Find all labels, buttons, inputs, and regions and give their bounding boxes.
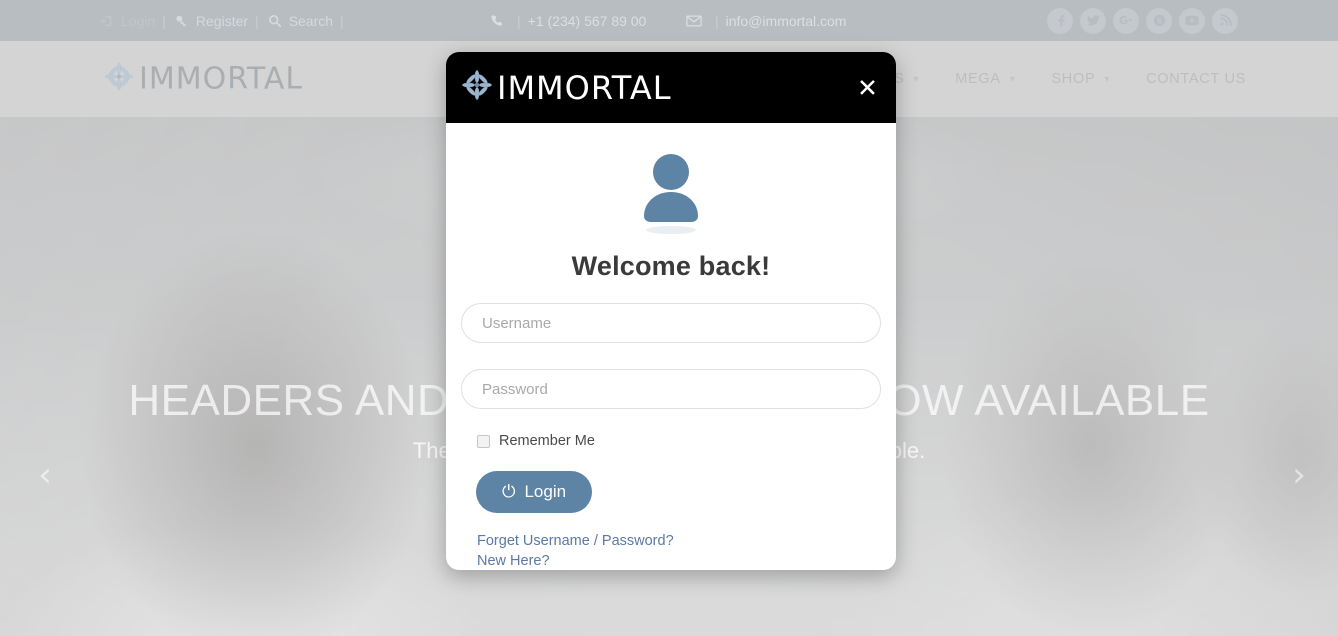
page-root: HEADERS AND SLIDER LAYOUTS NOW AVAILABLE… — [0, 0, 1338, 636]
remember-me-row[interactable]: Remember Me — [477, 433, 881, 449]
login-button-label: Login — [524, 482, 567, 501]
close-icon[interactable]: ✕ — [857, 75, 878, 100]
page-title: Welcome back! — [571, 251, 771, 281]
remember-me-label: Remember Me — [499, 433, 595, 449]
username-input[interactable] — [461, 303, 881, 343]
star-flower-icon — [462, 70, 492, 105]
login-modal-body: Welcome back! Remember Me ⏻ Login Forget… — [446, 123, 896, 570]
forgot-credentials-link[interactable]: Forget Username / Password? — [477, 531, 881, 551]
modal-logo: IMMORTAL — [462, 69, 672, 107]
user-avatar-icon — [644, 154, 698, 234]
modal-logo-text: IMMORTAL — [497, 68, 672, 107]
modal-footer-links: Forget Username / Password? New Here? — [477, 531, 881, 570]
password-input[interactable] — [461, 369, 881, 409]
new-here-link[interactable]: New Here? — [477, 551, 881, 570]
login-button[interactable]: ⏻ Login — [476, 471, 593, 513]
login-modal: IMMORTAL ✕ Welcome back! Remember Me ⏻ — [446, 52, 896, 570]
login-modal-header: IMMORTAL ✕ — [446, 52, 896, 123]
remember-me-checkbox[interactable] — [477, 434, 490, 448]
avatar — [461, 149, 881, 235]
power-icon: ⏻ — [502, 481, 516, 502]
